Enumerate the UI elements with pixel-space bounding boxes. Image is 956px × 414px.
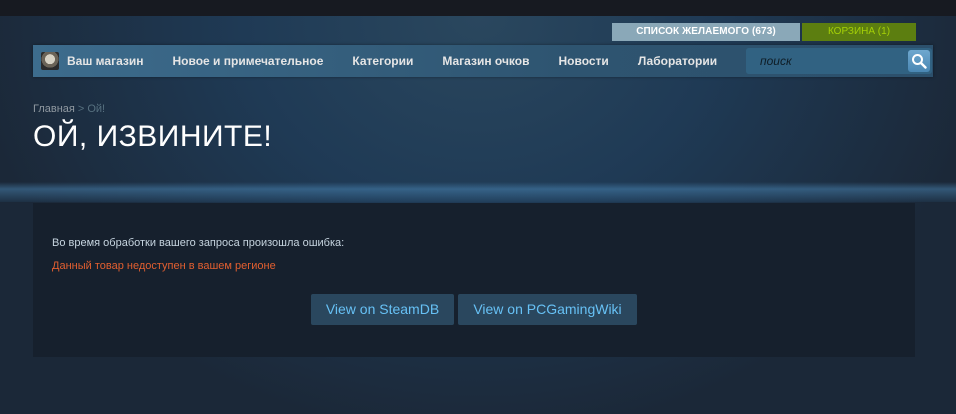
nav-labs[interactable]: Лаборатории bbox=[623, 45, 731, 77]
page-title: ОЙ, ИЗВИНИТЕ! bbox=[33, 120, 273, 153]
breadcrumb-separator: > bbox=[77, 103, 85, 115]
cart-tabs: СПИСОК ЖЕЛАЕМОГО (673) КОРЗИНА (1) bbox=[612, 23, 916, 41]
divider-glow bbox=[0, 182, 956, 202]
search-input[interactable] bbox=[746, 48, 906, 74]
error-panel: Во время обработки вашего запроса произо… bbox=[33, 203, 915, 357]
view-on-steamdb-button[interactable]: View on SteamDB bbox=[311, 294, 454, 325]
nav-news[interactable]: Новости bbox=[544, 45, 623, 77]
search-icon bbox=[912, 54, 927, 69]
cart-button[interactable]: КОРЗИНА (1) bbox=[802, 23, 916, 41]
nav-categories[interactable]: Категории bbox=[338, 45, 428, 77]
nav-points-shop[interactable]: Магазин очков bbox=[428, 45, 544, 77]
breadcrumb-current: Ой! bbox=[87, 103, 106, 115]
breadcrumb-home-link[interactable]: Главная bbox=[33, 103, 75, 115]
store-nav: Ваш магазин Новое и примечательное Катег… bbox=[33, 45, 933, 77]
error-message: Во время обработки вашего запроса произо… bbox=[52, 237, 345, 249]
nav-your-store-label: Ваш магазин bbox=[67, 54, 144, 68]
search-box bbox=[746, 48, 932, 74]
error-reason: Данный товар недоступен в вашем регионе bbox=[52, 260, 276, 272]
nav-your-store[interactable]: Ваш магазин bbox=[33, 45, 158, 77]
top-bar bbox=[0, 0, 956, 16]
nav-new-noteworthy[interactable]: Новое и примечательное bbox=[158, 45, 338, 77]
search-button[interactable] bbox=[908, 50, 930, 72]
wishlist-button[interactable]: СПИСОК ЖЕЛАЕМОГО (673) bbox=[612, 23, 800, 41]
view-on-pcgamingwiki-button[interactable]: View on PCGamingWiki bbox=[458, 294, 637, 325]
avatar bbox=[41, 52, 59, 70]
breadcrumb: Главная > Ой! bbox=[33, 103, 105, 115]
